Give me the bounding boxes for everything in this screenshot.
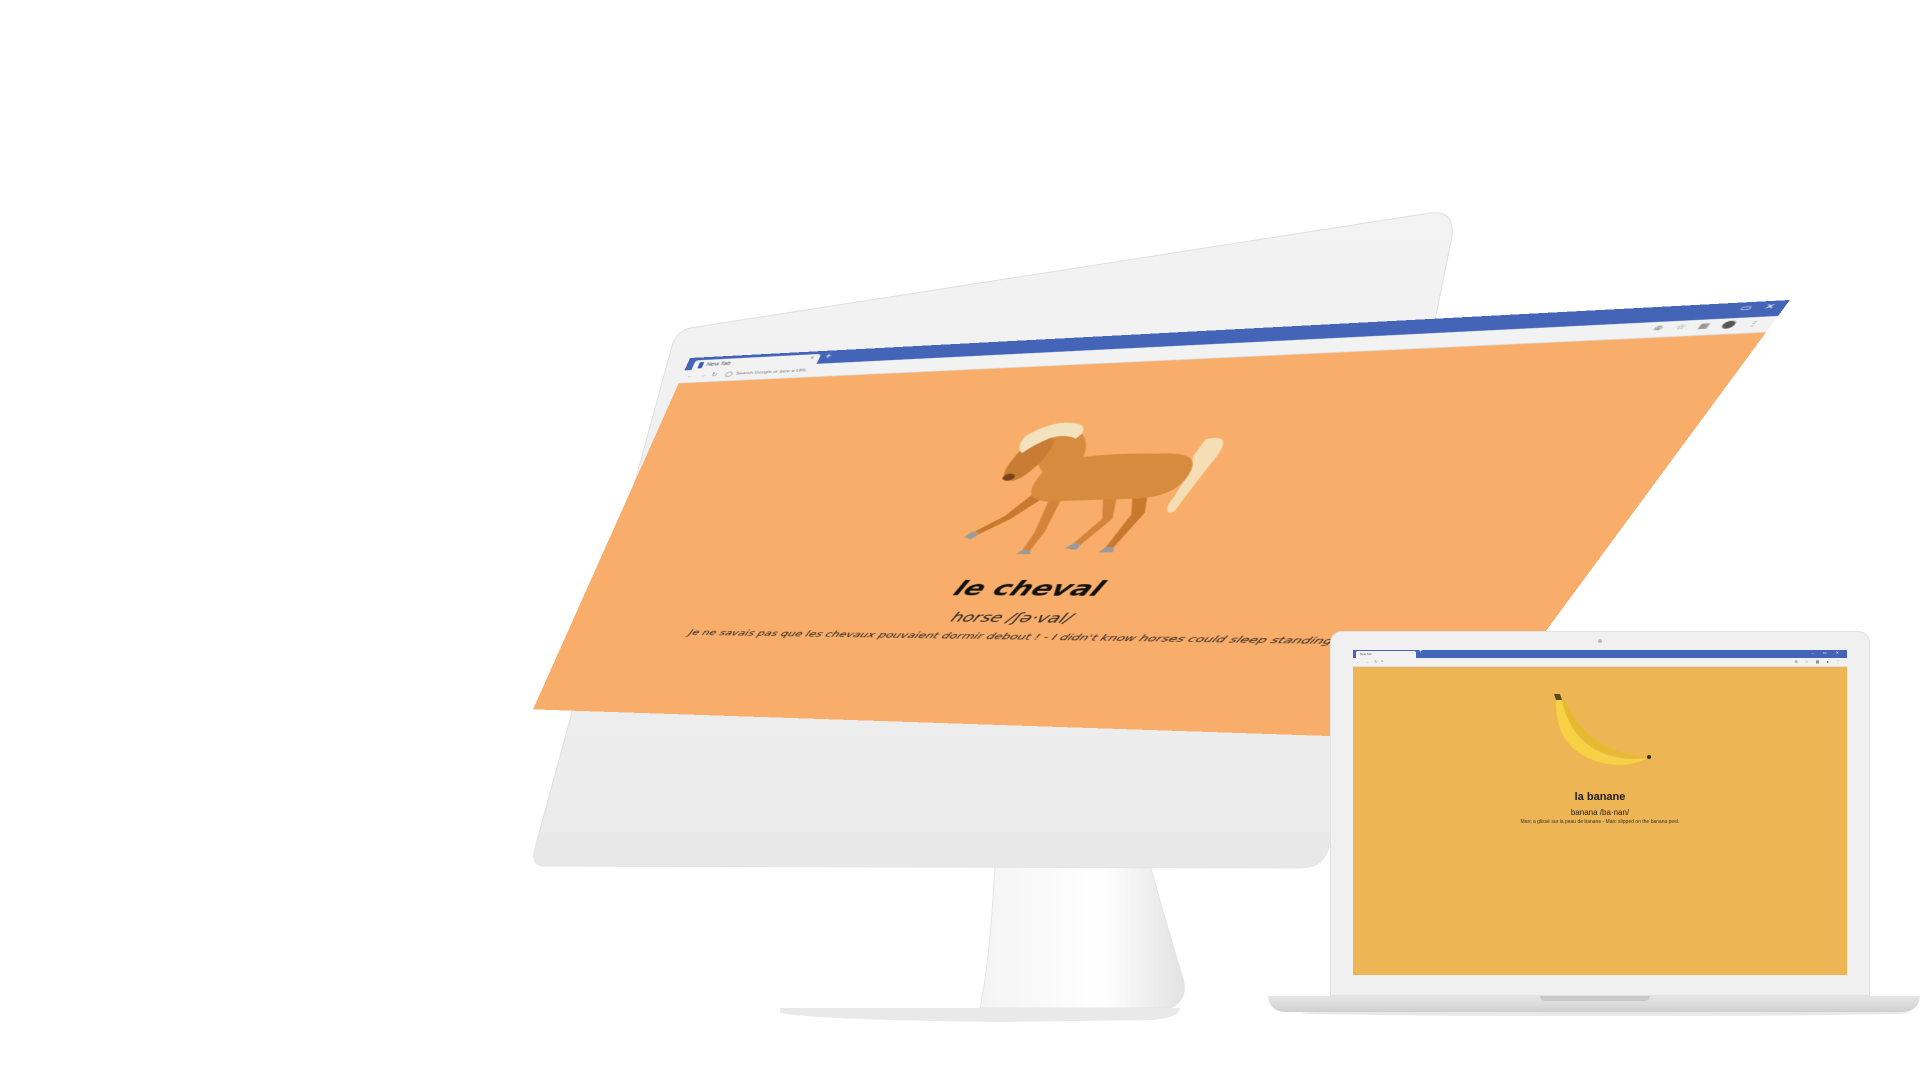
laptop-browser-toolbar: ← → ↻ la ⊕ ☆ ▦ ● ⋮ [1353,658,1847,667]
laptop-screen: New Tab + – ▭ ✕ ← → ↻ la ⊕ ☆ ▦ ● ⋮ la ba… [1353,650,1847,975]
laptop-window-controls[interactable]: – ▭ ✕ [1811,650,1843,655]
laptop-device: New Tab + – ▭ ✕ ← → ↻ la ⊕ ☆ ▦ ● ⋮ la ba… [1330,631,1870,996]
forward-icon[interactable]: → [698,372,708,379]
reload-icon[interactable]: ↻ [710,371,719,378]
zoom-icon[interactable]: ⊕ [1651,324,1665,332]
nav-buttons: ← → ↻ [686,371,719,379]
webcam-icon [1598,639,1602,643]
menu-icon[interactable]: ⋮ [1746,319,1763,327]
laptop-address-bar[interactable]: la [1381,659,1383,663]
horse-illustration-icon [900,383,1307,563]
laptop-browser-titlebar: New Tab + – ▭ ✕ [1353,650,1847,658]
back-icon[interactable]: ← [686,373,696,380]
extension-icon[interactable]: ▦ [1696,322,1712,330]
laptop-word-translation: banana /ba·nan/ [1353,808,1847,817]
laptop-nav-buttons[interactable]: ← → ↻ [1356,659,1380,664]
new-tab-button[interactable]: + [823,353,833,362]
laptop-example-sentence: Marc a glissé sur la peau de banane - Ma… [1353,819,1847,825]
toolbar-icons: ⊕ ☆ ▦ ⋮ [1651,319,1762,332]
tab-close-icon[interactable]: × [809,356,815,361]
laptop-notch [1540,996,1650,1001]
window-controls: ▭ ✕ [1738,302,1777,312]
laptop-toolbar-icons[interactable]: ⊕ ☆ ▦ ● ⋮ [1794,659,1843,664]
banana-illustration-icon [1548,692,1658,777]
favicon-icon [697,362,704,368]
laptop-word-title: la banane [1353,791,1847,803]
account-icon[interactable] [1720,320,1738,328]
google-g-icon [724,371,734,377]
word-title: le cheval [583,577,1586,604]
close-window-icon[interactable]: ✕ [1762,302,1777,310]
omnibox-placeholder: Search Google or type a URL [735,368,808,376]
tab-title: New Tab [706,361,732,367]
maximize-icon[interactable]: ▭ [1738,304,1754,312]
laptop-browser-tab[interactable]: New Tab [1356,651,1416,658]
bookmark-star-icon[interactable]: ☆ [1673,323,1688,331]
laptop-new-tab-button[interactable]: + [1419,650,1423,655]
